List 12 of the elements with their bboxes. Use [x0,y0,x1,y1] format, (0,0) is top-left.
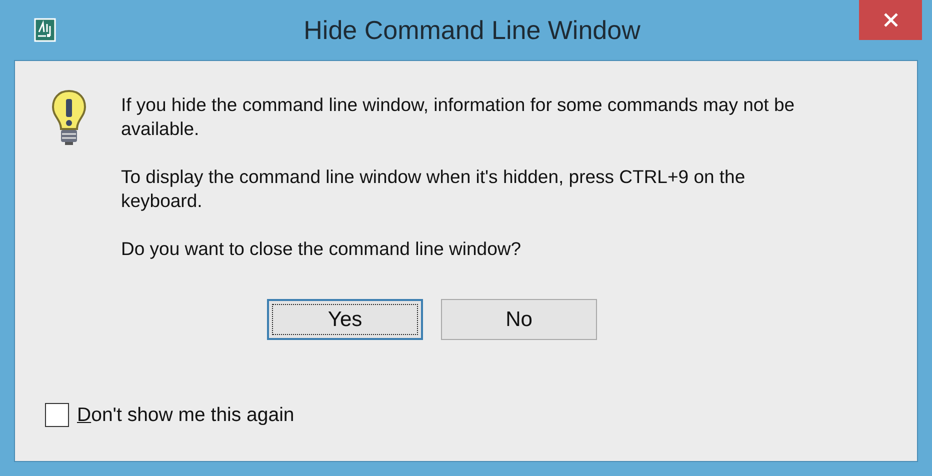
close-icon [882,12,898,28]
lightbulb-icon [51,89,87,147]
checkbox-label: Don't show me this again [77,404,294,426]
window-title: Hide Command Line Window [302,14,642,46]
checkbox[interactable] [45,403,69,427]
dialog-button[interactable]: Yes [267,299,423,340]
message-text: Do you want to close the command line window? [121,237,522,261]
dialog-button[interactable]: No [441,299,597,340]
app-icon [34,18,56,42]
message-text: If you hide the command line window, information for some commands may not be available. [121,93,796,141]
message-text: To display the command line window when it's hidden, press CTRL+9 on the keyboard. [121,165,746,213]
close-button[interactable] [859,0,922,40]
